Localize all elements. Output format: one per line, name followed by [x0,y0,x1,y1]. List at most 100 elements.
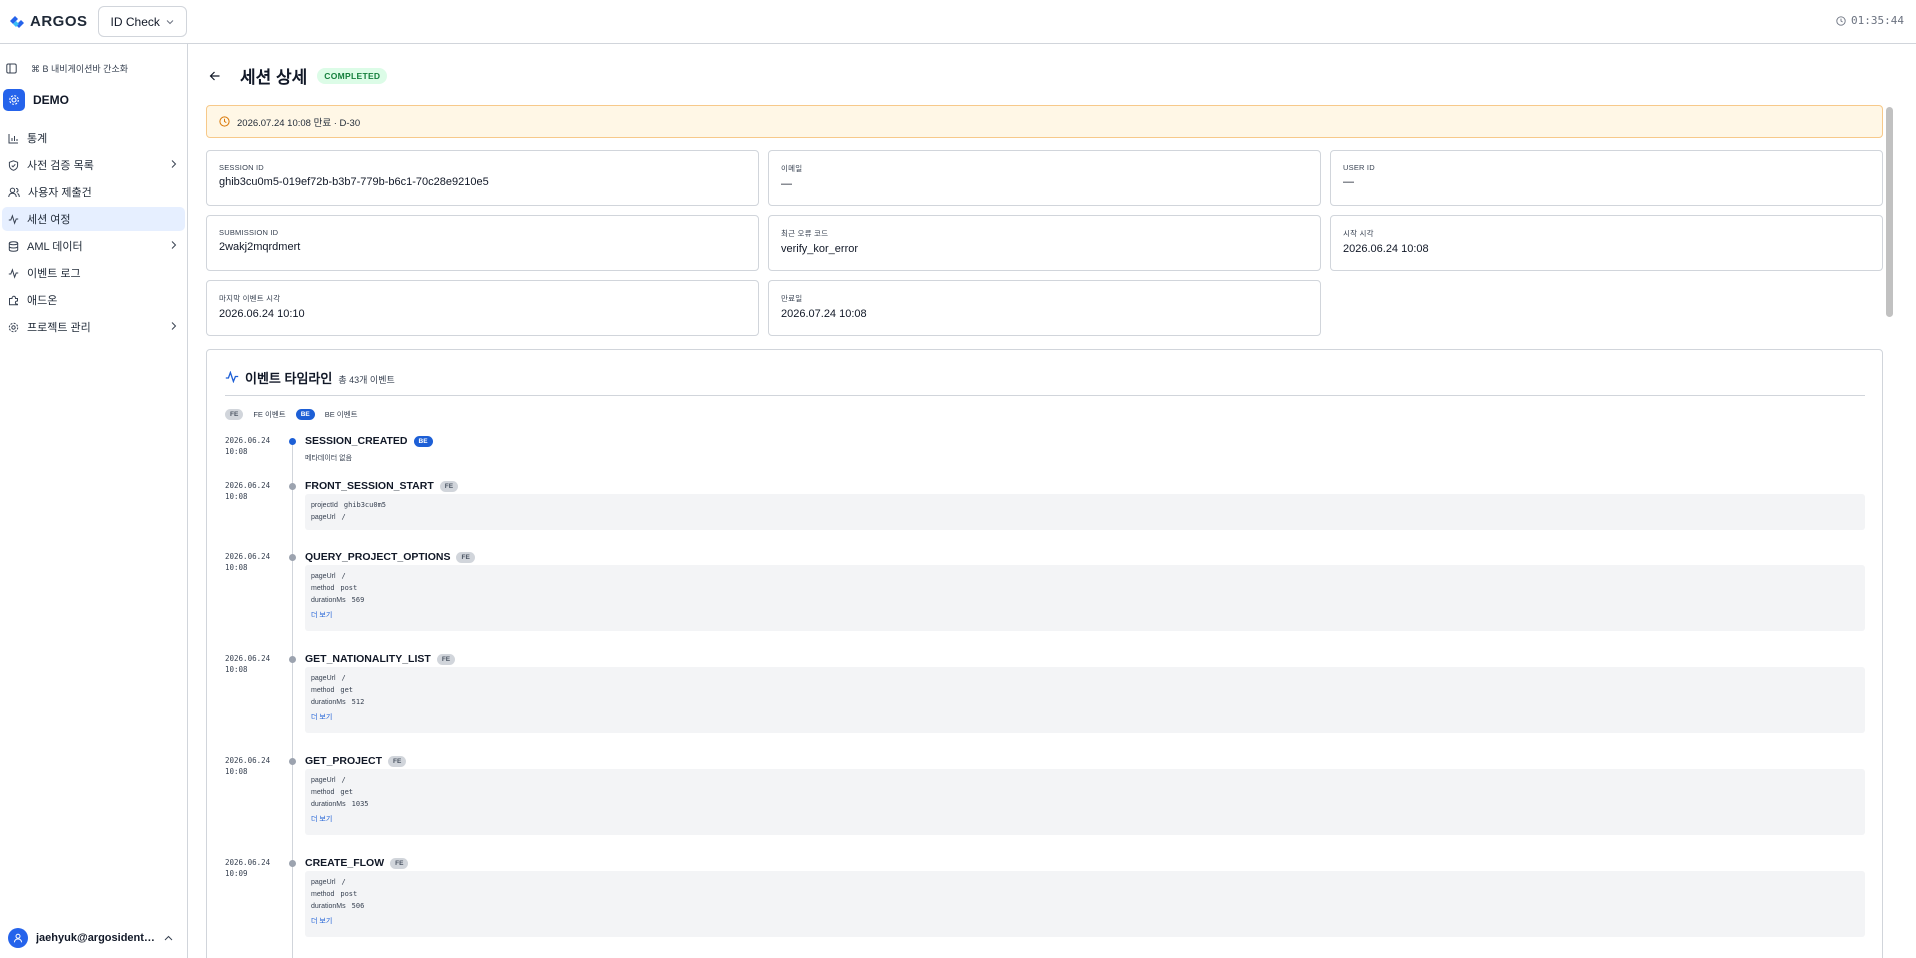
users-icon [8,187,20,197]
sidebar-item-label: 사전 검증 목록 [27,160,94,172]
sidebar-nav: 통계 사전 검증 목록 사용자 제출건 세션 여정 AML 데이터 이벤트 로그… [0,126,187,339]
project-gear-icon [3,89,25,111]
event-dot [289,860,296,867]
event-source-tag: FE [456,551,475,563]
sidebar-item-label: 사용자 제출건 [28,187,92,199]
chevron-right-icon [171,322,177,330]
event-name: GET_NATIONALITY_LIST [305,653,431,665]
scrollbar[interactable] [1884,95,1894,958]
event-source-tag: FE [436,653,456,665]
field-label: SUBMISSION ID [219,228,279,237]
field-value: — [1343,176,1354,188]
field-email: 이메일 — [768,150,1321,206]
page-title: 세션 상세 [240,68,308,87]
sidebar-item-aml-data[interactable]: AML 데이터 [2,234,185,258]
field-label: USER ID [1343,163,1375,172]
avatar [8,928,28,948]
event-name: CREATE_FLOW [305,857,385,869]
field-value: ghib3cu0m5-019ef72b-b3b7-779b-b6c1-70c28… [219,176,489,188]
event-metadata: pageUrl / method get durationMs 1035 더 보기 [305,769,1865,835]
puzzle-icon [9,295,18,305]
project-name: DEMO [33,93,69,107]
field-value: verify_kor_error [781,243,859,255]
project-switcher[interactable]: DEMO [3,88,187,112]
session-clock: 01:35:44 [1836,14,1904,27]
event-source-tag: BE [413,435,433,447]
sidebar-item-user-submissions[interactable]: 사용자 제출건 [2,180,185,204]
sidebar-item-addons[interactable]: 애드온 [2,288,185,312]
scrollbar-thumb[interactable] [1886,107,1893,317]
product-select[interactable]: ID Check [97,6,187,37]
sidebar-item-statistics[interactable]: 통계 [2,126,185,150]
sidebar-item-pre-verification[interactable]: 사전 검증 목록 [2,153,185,177]
more-link[interactable]: 더 보기 [311,712,1859,722]
event-dot [289,656,296,663]
event-dot [289,758,296,765]
sidebar-shortcut-hint: ⌘ B 내비게이션바 간소화 [31,63,129,74]
field-label: SESSION ID [219,163,264,172]
timeline-legend: FE FE 이벤트 BE BE 이벤트 [225,409,358,420]
event-note: 메타데이터 없음 [305,455,353,462]
field-value: 2026.06.24 10:10 [219,308,305,320]
field-label: 최근 오류 코드 [781,229,829,238]
event-timestamp: 2026.06.24 10:08 [225,436,271,456]
user-menu[interactable]: jaehyuk@argosidentity.com [8,928,180,948]
event-timestamp: 2026.06.24 10:09 [225,858,271,878]
more-link[interactable]: 더 보기 [311,814,1859,824]
top-bar: ARGOS ID Check 01:35:44 [0,0,1916,44]
event-source-tag: FE [390,857,409,869]
event-timestamp: 2026.06.24 10:08 [225,552,271,572]
back-button[interactable] [206,67,224,85]
sidebar-item-session-journey[interactable]: 세션 여정 [2,207,185,231]
expiry-text: 2026.07.24 10:08 만료 · D-30 [237,117,361,129]
event-source-tag: FE [388,755,407,767]
sidebar-item-label: 세션 여정 [27,214,71,226]
field-value: 2026.06.24 10:08 [1343,243,1429,255]
field-value: — [781,178,792,190]
be-legend-label: BE 이벤트 [324,410,358,419]
shield-check-icon [8,159,19,171]
field-label: 이메일 [781,164,803,173]
event-name: FRONT_SESSION_START [305,480,434,492]
product-select-value: ID Check [110,14,160,29]
argos-logo-icon [10,15,24,28]
brand-logo[interactable]: ARGOS [8,13,88,31]
field-user-id: USER ID — [1330,150,1883,206]
field-last-event-time: 마지막 이벤트 시각 2026.06.24 10:10 [206,280,759,336]
status-badge: COMPLETED [317,67,388,84]
event-dot [289,554,296,561]
fe-legend-label: FE 이벤트 [253,410,286,419]
event-metadata: pageUrl / method post durationMs 506 더 보기 [305,871,1865,937]
fe-tag: FE [225,409,244,420]
more-link[interactable]: 더 보기 [311,916,1859,926]
bar-chart-icon [8,133,18,143]
event-timestamp: 2026.06.24 10:08 [225,756,271,776]
chevron-up-icon [164,935,173,940]
event-dot [289,438,296,445]
timeline-axis [292,440,293,958]
sidebar-item-project-settings[interactable]: 프로젝트 관리 [2,315,185,339]
user-email: jaehyuk@argosidentity.com [36,932,156,944]
event-metadata: pageUrl / method get durationMs 512 더 보기 [305,667,1865,733]
divider [225,395,1865,396]
sidebar-item-label: 이벤트 로그 [27,268,81,280]
sidebar: ⌘ B 내비게이션바 간소화 DEMO 통계 사전 검증 목록 사용자 제출건 … [0,44,188,958]
event-source-tag: FE [439,480,459,492]
chevron-right-icon [171,160,177,168]
event-name: SESSION_CREATED [305,435,408,447]
event-timeline: 이벤트 타임라인 총 43개 이벤트 FE FE 이벤트 BE BE 이벤트 2… [206,349,1883,958]
field-value: 2026.07.24 10:08 [781,308,867,320]
sidebar-item-label: 프로젝트 관리 [27,322,91,334]
timeline-count: 총 43개 이벤트 [338,375,395,385]
database-icon [8,240,19,252]
field-expiry-date: 만료일 2026.07.24 10:08 [768,280,1321,336]
timeline-title: 이벤트 타임라인 [245,371,333,386]
sidebar-toggle-icon[interactable] [6,63,17,74]
activity-icon [8,213,19,225]
clock-time: 01:35:44 [1851,14,1904,27]
more-link[interactable]: 더 보기 [311,610,1859,620]
chevron-down-icon [166,19,174,24]
event-timestamp: 2026.06.24 10:08 [225,481,271,501]
sidebar-item-event-log[interactable]: 이벤트 로그 [2,261,185,285]
page-header: 세션 상세 COMPLETED [206,63,388,88]
